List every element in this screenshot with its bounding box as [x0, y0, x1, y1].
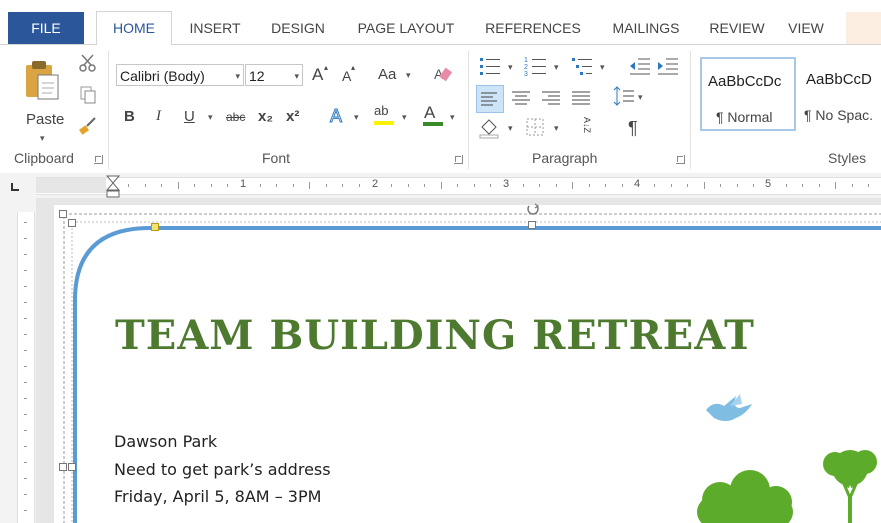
- trees-icon[interactable]: [690, 440, 881, 523]
- tab-home[interactable]: HOME: [96, 11, 172, 45]
- resize-handle[interactable]: [59, 463, 67, 471]
- resize-handle[interactable]: [528, 221, 536, 229]
- resize-handle[interactable]: [68, 463, 76, 471]
- document-line[interactable]: Dawson Park: [114, 432, 217, 451]
- bird-icon[interactable]: [700, 390, 760, 436]
- document-line[interactable]: Friday, April 5, 8AM – 3PM: [114, 487, 321, 506]
- adjust-handle[interactable]: [151, 223, 159, 231]
- resize-handle[interactable]: [68, 219, 76, 227]
- rotate-handle[interactable]: [526, 203, 540, 217]
- resize-handle[interactable]: [59, 210, 67, 218]
- document-title[interactable]: TEAM BUILDING RETREAT: [115, 312, 755, 359]
- document-line[interactable]: Need to get park’s address: [114, 460, 331, 479]
- rotate-icon: [527, 203, 540, 215]
